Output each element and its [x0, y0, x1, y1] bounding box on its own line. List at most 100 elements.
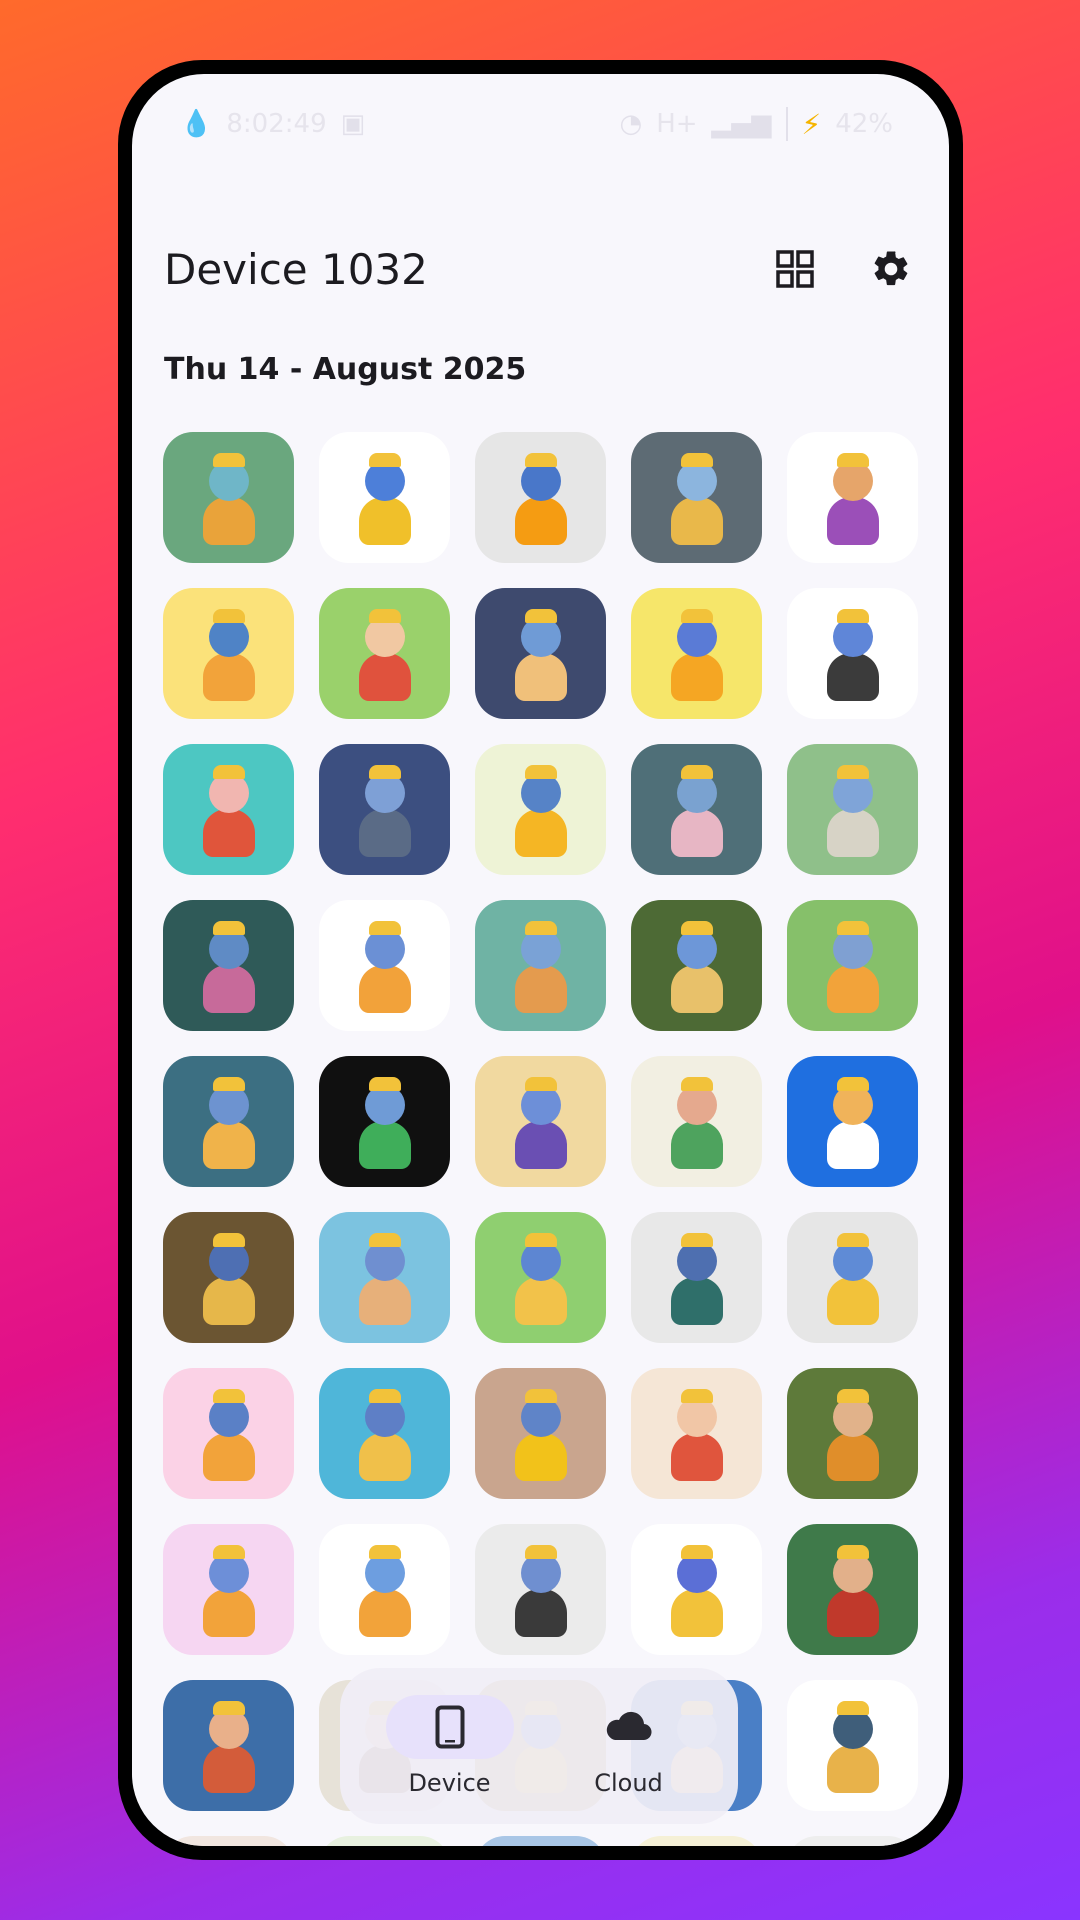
image-thumbnail[interactable] — [163, 1212, 294, 1343]
nav-cloud-indicator — [565, 1695, 693, 1759]
thumbnail-artwork — [667, 452, 727, 545]
image-thumbnail[interactable] — [163, 1056, 294, 1187]
image-thumbnail[interactable] — [631, 1056, 762, 1187]
image-thumbnail[interactable] — [631, 1212, 762, 1343]
thumbnail-artwork — [199, 764, 259, 857]
image-thumbnail[interactable] — [319, 432, 450, 563]
image-thumbnail[interactable] — [475, 1524, 606, 1655]
page-title: Device 1032 — [164, 244, 428, 294]
image-thumbnail[interactable] — [475, 744, 606, 875]
thumbnail-artwork — [199, 1232, 259, 1325]
app-screen: 💧 8:02:49 ▣ ◔ H+ ▂▄▆ ⚡ 42% Device 1032 T… — [132, 74, 949, 1846]
app-bar: Device 1032 — [132, 214, 949, 324]
thumbnail-artwork — [823, 1544, 883, 1637]
signal-icon: ▂▄▆ — [711, 109, 772, 139]
thumbnail-artwork — [199, 1544, 259, 1637]
thumbnail-artwork — [667, 1388, 727, 1481]
thumbnail-artwork — [355, 1076, 415, 1169]
thumbnail-artwork — [199, 452, 259, 545]
image-icon: ▣ — [340, 109, 366, 139]
image-thumbnail[interactable] — [319, 1524, 450, 1655]
thumbnail-artwork — [823, 920, 883, 1013]
settings-gear-icon[interactable] — [867, 245, 915, 293]
image-thumbnail[interactable] — [631, 1368, 762, 1499]
thumbnail-artwork — [355, 1388, 415, 1481]
image-thumbnail[interactable] — [163, 900, 294, 1031]
thumbnail-artwork — [199, 1076, 259, 1169]
image-thumbnail[interactable] — [475, 1056, 606, 1187]
image-thumbnail[interactable] — [631, 588, 762, 719]
thumbnail-artwork — [823, 764, 883, 857]
thumbnail-artwork — [199, 1388, 259, 1481]
image-thumbnail[interactable] — [787, 1056, 918, 1187]
date-group-header: Thu 14 - August 2025 — [164, 352, 527, 387]
image-thumbnail[interactable] — [475, 1836, 606, 1846]
image-thumbnail[interactable] — [787, 432, 918, 563]
image-thumbnail[interactable] — [163, 1524, 294, 1655]
image-thumbnail[interactable] — [163, 744, 294, 875]
image-thumbnail[interactable] — [163, 1680, 294, 1811]
thumbnail-artwork — [511, 452, 571, 545]
thumbnail-artwork — [667, 1232, 727, 1325]
image-thumbnail[interactable] — [163, 588, 294, 719]
thumbnail-artwork — [199, 920, 259, 1013]
image-thumbnail[interactable] — [787, 1368, 918, 1499]
image-thumbnail[interactable] — [319, 1836, 450, 1846]
image-thumbnail[interactable] — [787, 1680, 918, 1811]
thumbnail-artwork — [511, 920, 571, 1013]
image-thumbnail[interactable] — [787, 744, 918, 875]
image-thumbnail[interactable] — [475, 900, 606, 1031]
image-thumbnail[interactable] — [319, 588, 450, 719]
image-thumbnail[interactable] — [787, 900, 918, 1031]
image-thumbnail[interactable] — [631, 1524, 762, 1655]
image-thumbnail[interactable] — [787, 1524, 918, 1655]
thumbnail-artwork — [667, 1544, 727, 1637]
image-thumbnail[interactable] — [631, 900, 762, 1031]
image-thumbnail[interactable] — [475, 432, 606, 563]
image-thumbnail[interactable] — [319, 744, 450, 875]
nav-device-indicator — [385, 1695, 514, 1759]
nav-cloud[interactable]: Cloud — [554, 1695, 704, 1797]
thumbnail-artwork — [511, 1232, 571, 1325]
thumbnail-artwork — [823, 452, 883, 545]
thumbnail-artwork — [355, 920, 415, 1013]
thumbnail-artwork — [355, 608, 415, 701]
image-thumbnail[interactable] — [631, 432, 762, 563]
phone-icon — [435, 1705, 464, 1749]
thumbnail-artwork — [667, 608, 727, 701]
status-bar: 💧 8:02:49 ▣ ◔ H+ ▂▄▆ ⚡ 42% — [132, 94, 949, 154]
image-thumbnail[interactable] — [319, 1212, 450, 1343]
image-thumbnail[interactable] — [163, 432, 294, 563]
image-thumbnail[interactable] — [163, 1836, 294, 1846]
status-time: 8:02:49 — [226, 109, 327, 139]
thumbnail-artwork — [511, 1076, 571, 1169]
image-thumbnail[interactable] — [475, 588, 606, 719]
image-thumbnail[interactable] — [475, 1368, 606, 1499]
thumbnail-artwork — [355, 764, 415, 857]
thumbnail-artwork — [823, 1388, 883, 1481]
nav-device[interactable]: Device — [375, 1695, 525, 1797]
bottom-navigation: Device Cloud — [340, 1668, 738, 1824]
thumbnail-artwork — [355, 1544, 415, 1637]
image-thumbnail[interactable] — [787, 588, 918, 719]
thumbnail-artwork — [823, 1232, 883, 1325]
image-thumbnail[interactable] — [475, 1212, 606, 1343]
image-thumbnail[interactable] — [631, 744, 762, 875]
thumbnail-artwork — [667, 1076, 727, 1169]
image-thumbnail[interactable] — [631, 1836, 762, 1846]
thumbnail-artwork — [823, 1700, 883, 1793]
wifi-icon: ◔ — [619, 109, 643, 139]
nav-device-label: Device — [408, 1769, 491, 1797]
thumbnail-artwork — [511, 764, 571, 857]
thumbnail-artwork — [511, 608, 571, 701]
image-thumbnail[interactable] — [163, 1368, 294, 1499]
status-divider — [785, 107, 788, 141]
image-thumbnail[interactable] — [319, 1368, 450, 1499]
image-thumbnail[interactable] — [319, 1056, 450, 1187]
nav-cloud-label: Cloud — [594, 1769, 663, 1797]
grid-view-icon[interactable] — [771, 245, 819, 293]
image-thumbnail[interactable] — [787, 1212, 918, 1343]
image-thumbnail[interactable] — [787, 1836, 918, 1846]
image-thumbnail[interactable] — [319, 900, 450, 1031]
charging-icon: ⚡ — [801, 107, 822, 141]
